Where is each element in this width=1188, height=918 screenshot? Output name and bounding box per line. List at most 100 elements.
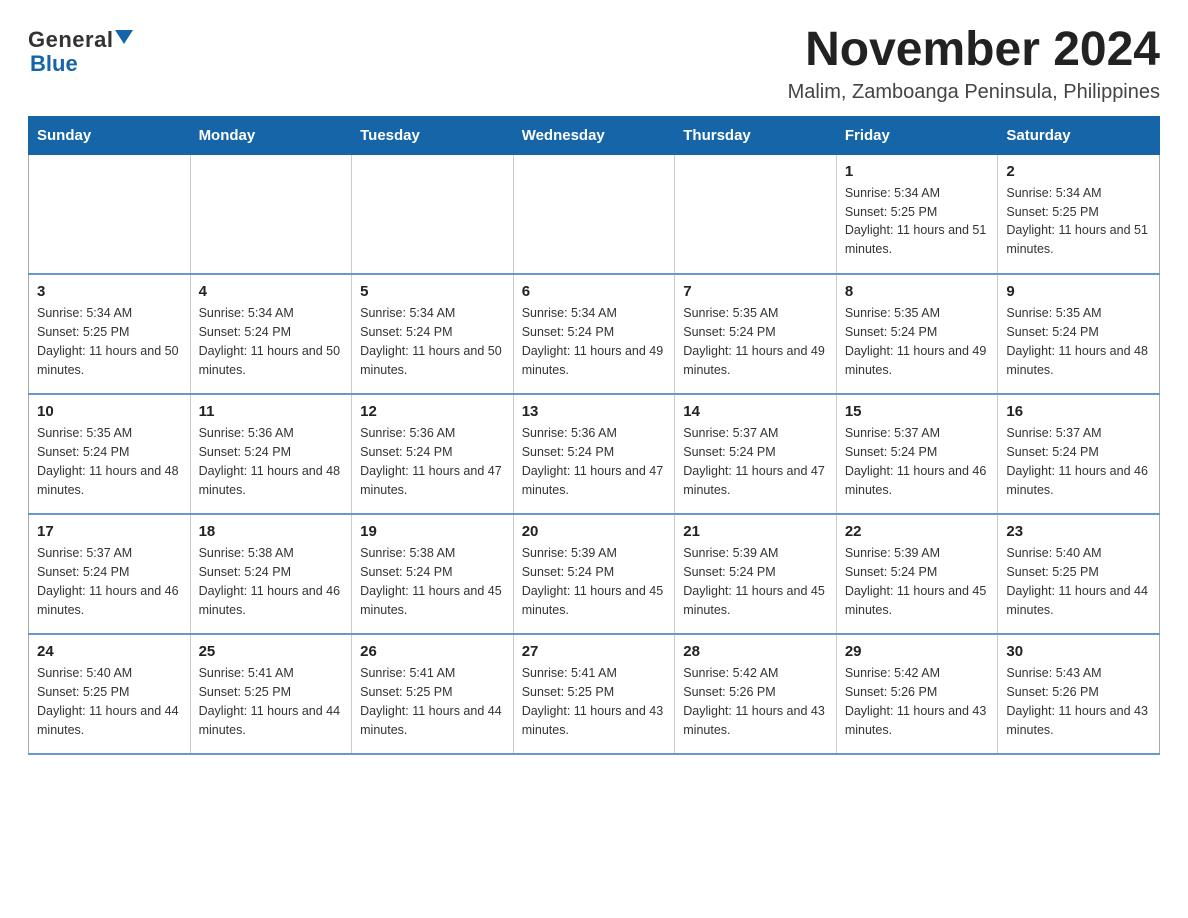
day-number: 25 xyxy=(199,643,344,660)
day-info: Sunrise: 5:42 AM Sunset: 5:26 PM Dayligh… xyxy=(683,664,828,739)
calendar-cell: 3 Sunrise: 5:34 AM Sunset: 5:25 PM Daylig… xyxy=(29,274,191,394)
day-number: 10 xyxy=(37,403,182,420)
day-number: 6 xyxy=(522,283,667,300)
calendar-cell xyxy=(29,154,191,274)
day-number: 30 xyxy=(1006,643,1151,660)
day-of-week-header: Thursday xyxy=(675,116,837,154)
day-number: 27 xyxy=(522,643,667,660)
day-info: Sunrise: 5:37 AM Sunset: 5:24 PM Dayligh… xyxy=(1006,424,1151,499)
day-info: Sunrise: 5:38 AM Sunset: 5:24 PM Dayligh… xyxy=(360,544,505,619)
day-info: Sunrise: 5:43 AM Sunset: 5:26 PM Dayligh… xyxy=(1006,664,1151,739)
day-info: Sunrise: 5:34 AM Sunset: 5:24 PM Dayligh… xyxy=(199,304,344,379)
day-number: 3 xyxy=(37,283,182,300)
calendar-cell: 26Sunrise: 5:41 AM Sunset: 5:25 PM Dayli… xyxy=(352,634,514,754)
day-number: 9 xyxy=(1006,283,1151,300)
day-info: Sunrise: 5:37 AM Sunset: 5:24 PM Dayligh… xyxy=(683,424,828,499)
calendar-cell xyxy=(675,154,837,274)
calendar-cell: 22Sunrise: 5:39 AM Sunset: 5:24 PM Dayli… xyxy=(836,514,998,634)
calendar-cell: 28 Sunrise: 5:42 AM Sunset: 5:26 PM Dayli… xyxy=(675,634,837,754)
day-info: Sunrise: 5:36 AM Sunset: 5:24 PM Dayligh… xyxy=(199,424,344,499)
day-info: Sunrise: 5:34 AM Sunset: 5:25 PM Dayligh… xyxy=(1006,184,1151,259)
day-info: Sunrise: 5:37 AM Sunset: 5:24 PM Dayligh… xyxy=(37,544,182,619)
calendar-cell: 1Sunrise: 5:34 AM Sunset: 5:25 PM Daylig… xyxy=(836,154,998,274)
calendar-cell: 18Sunrise: 5:38 AM Sunset: 5:24 PM Dayli… xyxy=(190,514,352,634)
calendar-title: November 2024 xyxy=(788,24,1160,77)
day-info: Sunrise: 5:41 AM Sunset: 5:25 PM Dayligh… xyxy=(522,664,667,739)
day-info: Sunrise: 5:39 AM Sunset: 5:24 PM Dayligh… xyxy=(683,544,828,619)
calendar-cell: 14 Sunrise: 5:37 AM Sunset: 5:24 PM Dayli… xyxy=(675,394,837,514)
calendar-cell: 5 Sunrise: 5:34 AM Sunset: 5:24 PM Daylig… xyxy=(352,274,514,394)
calendar-cell: 21 Sunrise: 5:39 AM Sunset: 5:24 PM Dayli… xyxy=(675,514,837,634)
day-number: 20 xyxy=(522,523,667,540)
calendar-cell: 4 Sunrise: 5:34 AM Sunset: 5:24 PM Daylig… xyxy=(190,274,352,394)
logo-general-text: General xyxy=(28,28,113,52)
day-number: 15 xyxy=(845,403,990,420)
calendar-subtitle: Malim, Zamboanga Peninsula, Philippines xyxy=(788,81,1160,104)
day-number: 22 xyxy=(845,523,990,540)
day-number: 5 xyxy=(360,283,505,300)
calendar-cell: 15 Sunrise: 5:37 AM Sunset: 5:24 PM Dayli… xyxy=(836,394,998,514)
calendar-cell: 6 Sunrise: 5:34 AM Sunset: 5:24 PM Daylig… xyxy=(513,274,675,394)
day-info: Sunrise: 5:34 AM Sunset: 5:24 PM Dayligh… xyxy=(522,304,667,379)
day-of-week-header: Wednesday xyxy=(513,116,675,154)
calendar-table: SundayMondayTuesdayWednesdayThursdayFrid… xyxy=(28,116,1160,756)
calendar-week-row: 24Sunrise: 5:40 AM Sunset: 5:25 PM Dayli… xyxy=(29,634,1160,754)
calendar-cell: 16 Sunrise: 5:37 AM Sunset: 5:24 PM Dayli… xyxy=(998,394,1160,514)
day-number: 29 xyxy=(845,643,990,660)
day-info: Sunrise: 5:34 AM Sunset: 5:25 PM Dayligh… xyxy=(845,184,990,259)
day-info: Sunrise: 5:41 AM Sunset: 5:25 PM Dayligh… xyxy=(199,664,344,739)
day-number: 4 xyxy=(199,283,344,300)
day-number: 28 xyxy=(683,643,828,660)
calendar-cell: 7Sunrise: 5:35 AM Sunset: 5:24 PM Daylig… xyxy=(675,274,837,394)
title-block: November 2024 Malim, Zamboanga Peninsula… xyxy=(788,24,1160,104)
day-of-week-header: Sunday xyxy=(29,116,191,154)
day-info: Sunrise: 5:39 AM Sunset: 5:24 PM Dayligh… xyxy=(522,544,667,619)
calendar-cell: 23 Sunrise: 5:40 AM Sunset: 5:25 PM Dayli… xyxy=(998,514,1160,634)
day-info: Sunrise: 5:40 AM Sunset: 5:25 PM Dayligh… xyxy=(1006,544,1151,619)
logo: General Blue xyxy=(28,24,133,76)
day-info: Sunrise: 5:34 AM Sunset: 5:24 PM Dayligh… xyxy=(360,304,505,379)
calendar-cell: 13Sunrise: 5:36 AM Sunset: 5:24 PM Dayli… xyxy=(513,394,675,514)
calendar-week-row: 1Sunrise: 5:34 AM Sunset: 5:25 PM Daylig… xyxy=(29,154,1160,274)
day-number: 19 xyxy=(360,523,505,540)
day-number: 16 xyxy=(1006,403,1151,420)
day-info: Sunrise: 5:41 AM Sunset: 5:25 PM Dayligh… xyxy=(360,664,505,739)
day-number: 17 xyxy=(37,523,182,540)
calendar-week-row: 3 Sunrise: 5:34 AM Sunset: 5:25 PM Daylig… xyxy=(29,274,1160,394)
day-info: Sunrise: 5:42 AM Sunset: 5:26 PM Dayligh… xyxy=(845,664,990,739)
day-info: Sunrise: 5:38 AM Sunset: 5:24 PM Dayligh… xyxy=(199,544,344,619)
calendar-header-row: SundayMondayTuesdayWednesdayThursdayFrid… xyxy=(29,116,1160,154)
calendar-cell: 11 Sunrise: 5:36 AM Sunset: 5:24 PM Dayli… xyxy=(190,394,352,514)
day-info: Sunrise: 5:35 AM Sunset: 5:24 PM Dayligh… xyxy=(683,304,828,379)
header: General Blue November 2024 Malim, Zamboa… xyxy=(28,24,1160,104)
day-info: Sunrise: 5:35 AM Sunset: 5:24 PM Dayligh… xyxy=(1006,304,1151,379)
day-of-week-header: Monday xyxy=(190,116,352,154)
day-info: Sunrise: 5:36 AM Sunset: 5:24 PM Dayligh… xyxy=(522,424,667,499)
day-of-week-header: Tuesday xyxy=(352,116,514,154)
calendar-cell: 30 Sunrise: 5:43 AM Sunset: 5:26 PM Dayli… xyxy=(998,634,1160,754)
calendar-cell: 25 Sunrise: 5:41 AM Sunset: 5:25 PM Dayli… xyxy=(190,634,352,754)
calendar-cell xyxy=(513,154,675,274)
calendar-week-row: 17 Sunrise: 5:37 AM Sunset: 5:24 PM Dayli… xyxy=(29,514,1160,634)
day-number: 2 xyxy=(1006,163,1151,180)
calendar-cell: 20 Sunrise: 5:39 AM Sunset: 5:24 PM Dayli… xyxy=(513,514,675,634)
calendar-cell: 10Sunrise: 5:35 AM Sunset: 5:24 PM Dayli… xyxy=(29,394,191,514)
calendar-cell: 12Sunrise: 5:36 AM Sunset: 5:24 PM Dayli… xyxy=(352,394,514,514)
calendar-cell: 9 Sunrise: 5:35 AM Sunset: 5:24 PM Daylig… xyxy=(998,274,1160,394)
day-number: 11 xyxy=(199,403,344,420)
calendar-cell: 19 Sunrise: 5:38 AM Sunset: 5:24 PM Dayli… xyxy=(352,514,514,634)
day-info: Sunrise: 5:36 AM Sunset: 5:24 PM Dayligh… xyxy=(360,424,505,499)
day-info: Sunrise: 5:37 AM Sunset: 5:24 PM Dayligh… xyxy=(845,424,990,499)
day-number: 23 xyxy=(1006,523,1151,540)
day-number: 21 xyxy=(683,523,828,540)
calendar-cell xyxy=(352,154,514,274)
calendar-cell: 8Sunrise: 5:35 AM Sunset: 5:24 PM Daylig… xyxy=(836,274,998,394)
calendar-cell: 29 Sunrise: 5:42 AM Sunset: 5:26 PM Dayli… xyxy=(836,634,998,754)
day-number: 14 xyxy=(683,403,828,420)
calendar-cell: 27 Sunrise: 5:41 AM Sunset: 5:25 PM Dayli… xyxy=(513,634,675,754)
day-info: Sunrise: 5:34 AM Sunset: 5:25 PM Dayligh… xyxy=(37,304,182,379)
day-of-week-header: Friday xyxy=(836,116,998,154)
calendar-cell: 17 Sunrise: 5:37 AM Sunset: 5:24 PM Dayli… xyxy=(29,514,191,634)
logo-blue-text: Blue xyxy=(30,52,78,76)
day-of-week-header: Saturday xyxy=(998,116,1160,154)
